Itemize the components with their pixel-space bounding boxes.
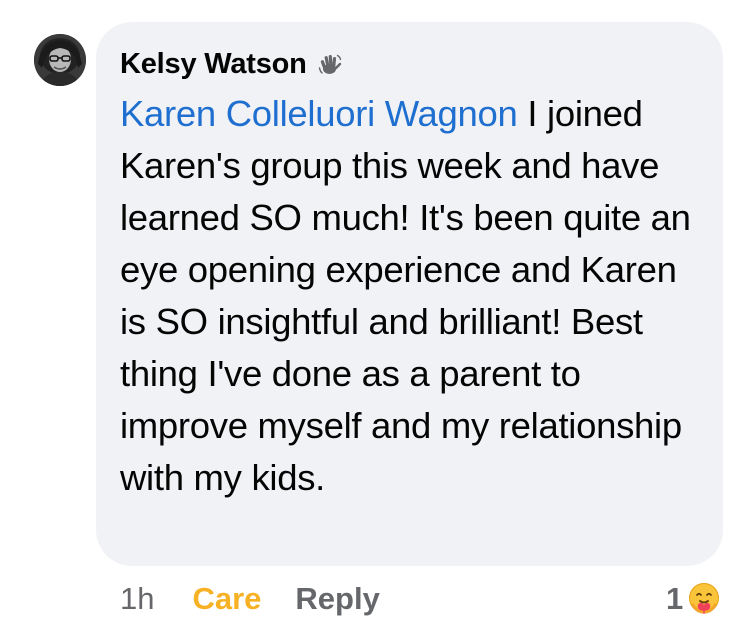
author-name[interactable]: Kelsy Watson <box>120 48 307 81</box>
timestamp[interactable]: 1h <box>120 581 154 617</box>
care-reaction-button[interactable]: Care <box>192 581 261 617</box>
comment-body-text: I joined Karen's group this week and hav… <box>120 93 691 498</box>
care-emoji-icon <box>687 582 722 616</box>
avatar-photo <box>34 34 86 86</box>
avatar[interactable] <box>34 34 86 86</box>
mention-link[interactable]: Karen Colleluori Wagnon <box>120 93 518 134</box>
waving-hand-icon[interactable] <box>317 51 343 77</box>
comment-header: Kelsy Watson <box>120 44 697 84</box>
reaction-count: 1 <box>666 581 684 616</box>
reply-button[interactable]: Reply <box>295 581 379 617</box>
comment-actions: 1h Care Reply <box>120 576 380 622</box>
reaction-summary[interactable]: 1 <box>666 576 722 622</box>
comment-text: Karen Colleluori Wagnon I joined Karen's… <box>120 88 710 504</box>
comment-bubble: Kelsy Watson Karen Colleluori Wagnon I j… <box>96 22 723 566</box>
